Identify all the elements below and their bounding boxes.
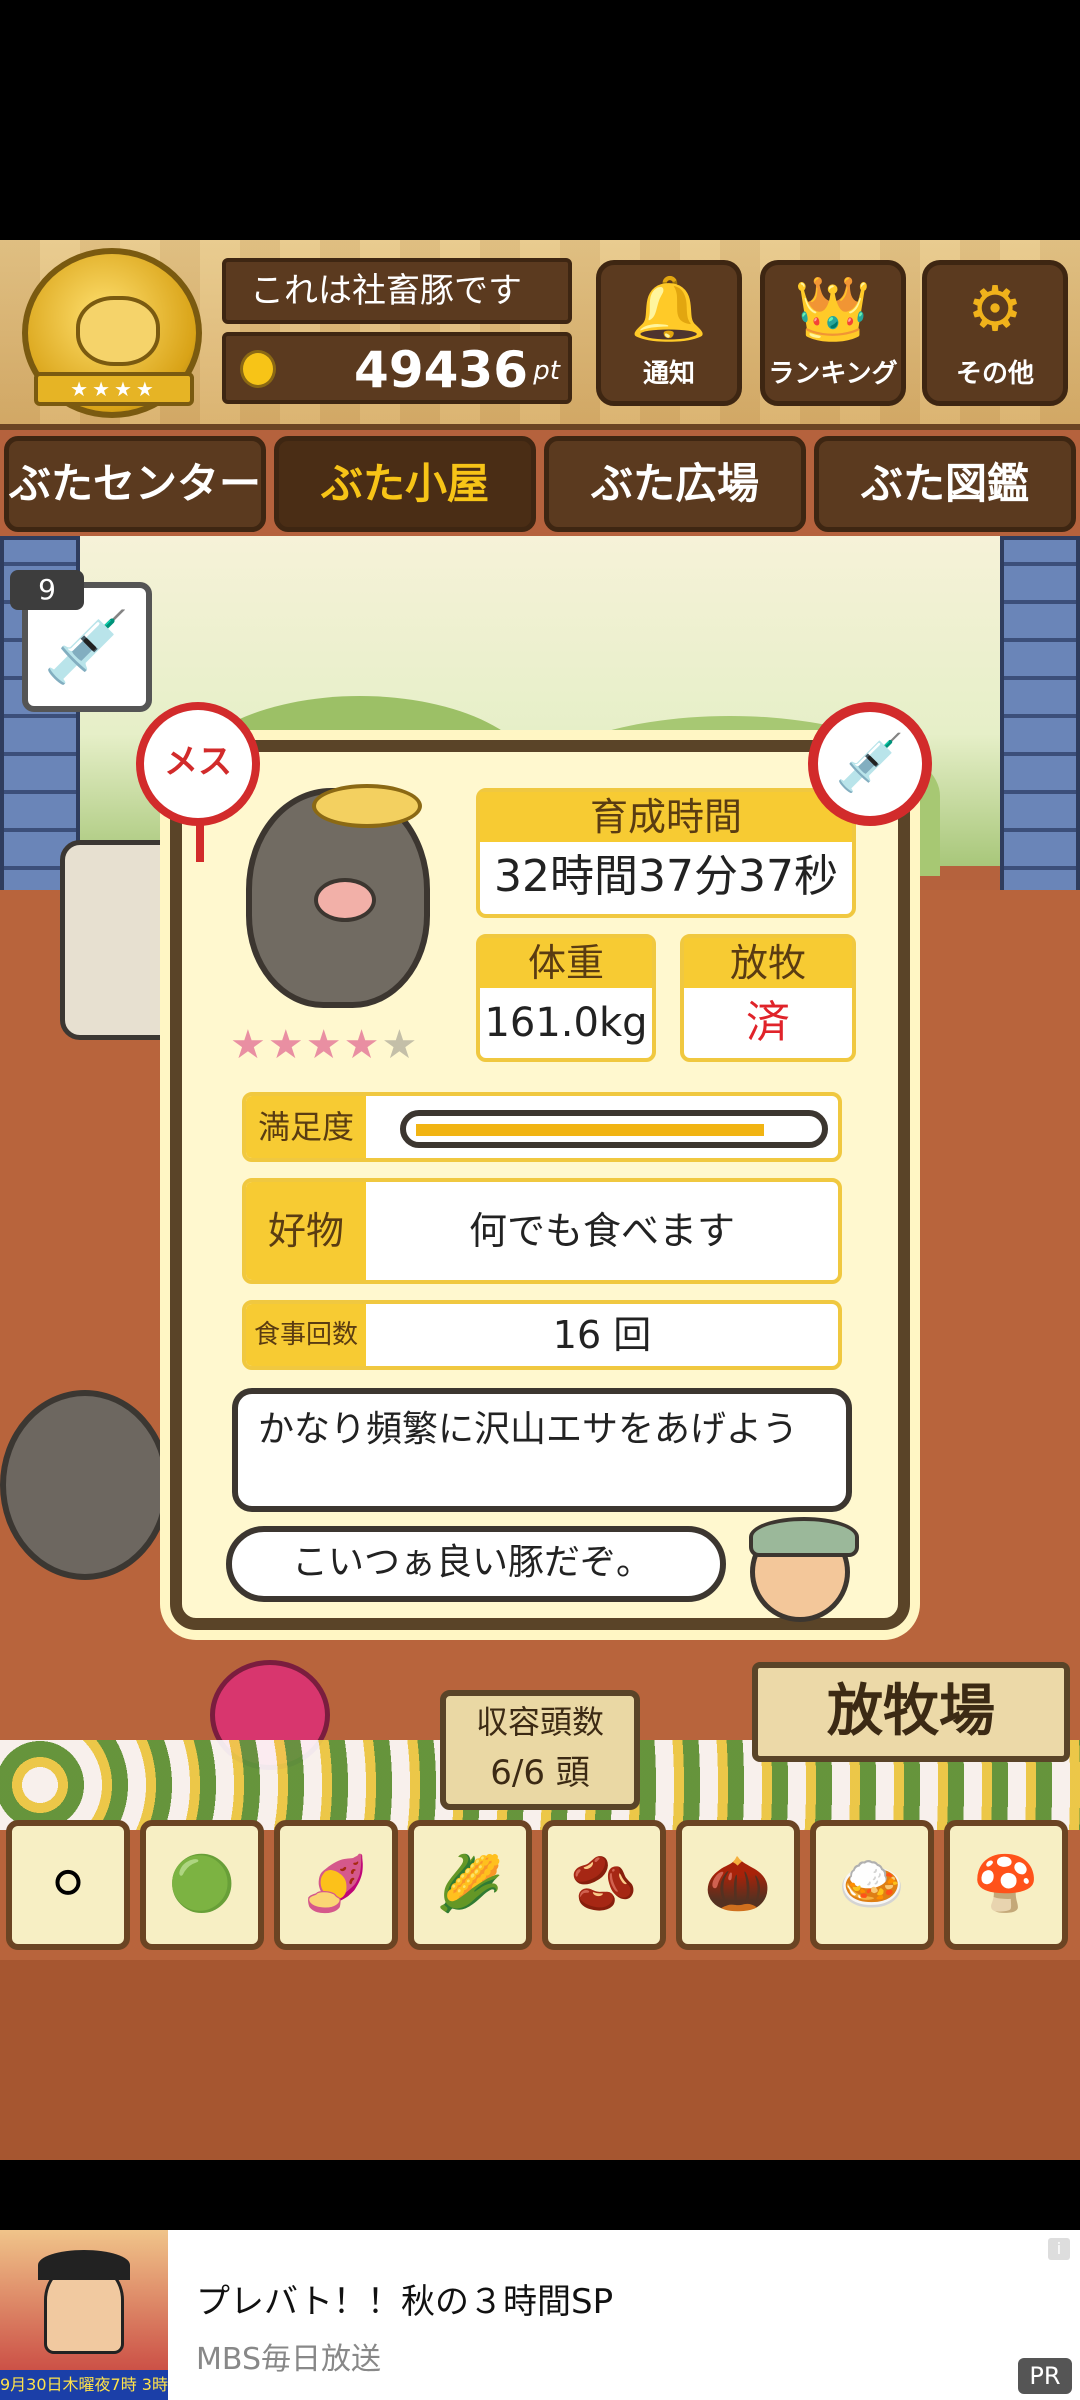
meals-value: 16 回	[552, 1313, 652, 1357]
beans-feed-icon: 🫘	[570, 1852, 638, 1915]
sweet-potato-feed-icon: 🍠	[302, 1852, 370, 1915]
star-filled: ★	[305, 1022, 344, 1068]
tab-buta-hut[interactable]: ぶた小屋	[274, 436, 536, 532]
farmer-comment-bubble: こいつぁ良い豚だぞ。	[226, 1526, 726, 1602]
ad-pr-badge: PR	[1018, 2358, 1072, 2394]
acorn-feed-icon: 🌰	[704, 1852, 772, 1915]
star-rating: ★★★★★	[230, 1022, 419, 1068]
ad-advertiser: MBS毎日放送	[196, 2342, 381, 2377]
weight-label: 体重	[480, 938, 652, 988]
ad-title[interactable]: プレバト！！秋の３時間SP	[196, 2274, 613, 2323]
grazing-label: 放牧	[684, 938, 852, 988]
notification-label: 通知	[642, 359, 695, 389]
farmer-avatar	[749, 1517, 859, 1622]
meals-label: 食事回数	[246, 1304, 366, 1366]
star-filled: ★	[267, 1022, 306, 1068]
emblem-ribbon: ★★★★	[34, 372, 194, 406]
weight-value: 161.0kg	[484, 1000, 648, 1046]
advice-bubble: かなり頻繁に沢山エサをあげよう	[232, 1388, 852, 1512]
syringe-icon: 💉	[43, 606, 131, 688]
gear-icon: ⚙	[967, 272, 1023, 345]
raise-time-label: 育成時間	[480, 792, 852, 842]
feed-bar: ⚪ 🟢 🍠 🌽 🫘 🌰 🍛 🍄	[0, 1820, 1080, 1960]
ranking-label: ランキング	[768, 359, 898, 389]
female-badge: メス	[136, 702, 260, 862]
farmer-cap	[749, 1517, 859, 1557]
feed-slot-3[interactable]: 🍠	[274, 1820, 398, 1950]
points-display: 49436 pt	[222, 332, 572, 404]
truffle-dish-feed-icon: 🍄	[972, 1852, 1040, 1915]
capacity-value: 6/6 頭	[490, 1753, 590, 1793]
grazing-box: 放牧 済	[680, 934, 856, 1062]
tab-buta-encyclopedia[interactable]: ぶた図鑑	[814, 436, 1076, 532]
points-unit: pt	[533, 356, 560, 386]
ad-thumbnail-caption: 9月30日木曜夜7時 3時間SP	[0, 2370, 168, 2400]
favorite-food-row: 好物 何でも食べます	[242, 1178, 842, 1284]
weight-box: 体重 161.0kg	[476, 934, 656, 1062]
mixed-grain-feed-icon: 🟢	[168, 1852, 236, 1915]
favorite-value: 何でも食べます	[468, 1209, 735, 1253]
pig-status-card: ★★★★★ 育成時間 32時間37分37秒 体重 161.0kg 放牧 済 満足…	[170, 740, 910, 1630]
capacity-sign: 収容頭数 6/6 頭	[440, 1690, 640, 1810]
farmer-character[interactable]	[60, 840, 180, 1040]
other-label: その他	[955, 359, 1034, 389]
satisfaction-row: 満足度	[242, 1092, 842, 1162]
grazing-value: 済	[746, 997, 790, 1048]
grain-feed-icon: ⚪	[45, 1852, 91, 1915]
ad-info-icon[interactable]: i	[1048, 2238, 1070, 2260]
other-button[interactable]: ⚙ その他	[922, 260, 1068, 406]
raise-time-value: 32時間37分37秒	[494, 851, 838, 902]
feed-slot-8[interactable]: 🍄	[944, 1820, 1068, 1950]
pig-face-icon	[76, 296, 160, 366]
ad-banner[interactable]: 9月30日木曜夜7時 3時間SP プレバト！！秋の３時間SP MBS毎日放送 i…	[0, 2230, 1080, 2400]
ad-person-cap	[38, 2250, 130, 2280]
meal-count-row: 食事回数 16 回	[242, 1300, 842, 1370]
corn-feed-icon: 🌽	[436, 1852, 504, 1915]
star-filled: ★	[343, 1022, 382, 1068]
pig-character[interactable]	[0, 1390, 170, 1580]
header-panel: ★★★★ これは社畜豚です 49436 pt 🔔 通知 👑 ランキング ⚙ その…	[0, 240, 1080, 430]
feed-slot-1[interactable]: ⚪	[6, 1820, 130, 1950]
game-screen: ★★★★ これは社畜豚です 49436 pt 🔔 通知 👑 ランキング ⚙ その…	[0, 240, 1080, 2160]
capacity-label: 収容頭数	[475, 1703, 604, 1741]
points-value: 49436	[354, 341, 528, 399]
notification-button[interactable]: 🔔 通知	[596, 260, 742, 406]
tab-buta-center[interactable]: ぶたセンター	[4, 436, 266, 532]
ranking-button[interactable]: 👑 ランキング	[760, 260, 906, 406]
feed-slot-2[interactable]: 🟢	[140, 1820, 264, 1950]
feed-slot-6[interactable]: 🌰	[676, 1820, 800, 1950]
main-tabs: ぶたセンター ぶた小屋 ぶた広場 ぶた図鑑	[0, 436, 1080, 536]
soy-dish-feed-icon: 🍛	[838, 1852, 906, 1915]
dirt-ground-lower	[0, 1960, 1080, 2160]
rank-emblem[interactable]: ★★★★	[22, 248, 202, 418]
satisfaction-meter-fill	[416, 1124, 764, 1136]
star-filled: ★	[230, 1022, 268, 1068]
tab-buta-plaza[interactable]: ぶた広場	[544, 436, 806, 532]
system-gap	[0, 2160, 1080, 2230]
coin-icon	[240, 350, 276, 388]
favorite-label: 好物	[246, 1182, 366, 1280]
pig-portrait	[246, 784, 430, 1008]
pig-name: これは社畜豚です	[222, 258, 572, 324]
feed-slot-5[interactable]: 🫘	[542, 1820, 666, 1950]
syringe-count: 9	[10, 570, 84, 610]
star-empty: ★	[381, 1022, 420, 1068]
pig-hair	[312, 784, 422, 828]
feed-slot-7[interactable]: 🍛	[810, 1820, 934, 1950]
raise-time-box: 育成時間 32時間37分37秒	[476, 788, 856, 918]
no-injection-icon: 💉	[808, 702, 932, 826]
satisfaction-label: 満足度	[246, 1096, 366, 1158]
feed-slot-4[interactable]: 🌽	[408, 1820, 532, 1950]
grazing-field-button[interactable]: 放牧場	[752, 1662, 1070, 1762]
status-bar-area	[0, 0, 1080, 240]
bell-icon: 🔔	[630, 272, 708, 345]
crown-icon: 👑	[794, 272, 872, 345]
ad-thumbnail[interactable]: 9月30日木曜夜7時 3時間SP	[0, 2230, 168, 2400]
satisfaction-meter	[400, 1110, 828, 1148]
pig-nose	[314, 878, 376, 922]
